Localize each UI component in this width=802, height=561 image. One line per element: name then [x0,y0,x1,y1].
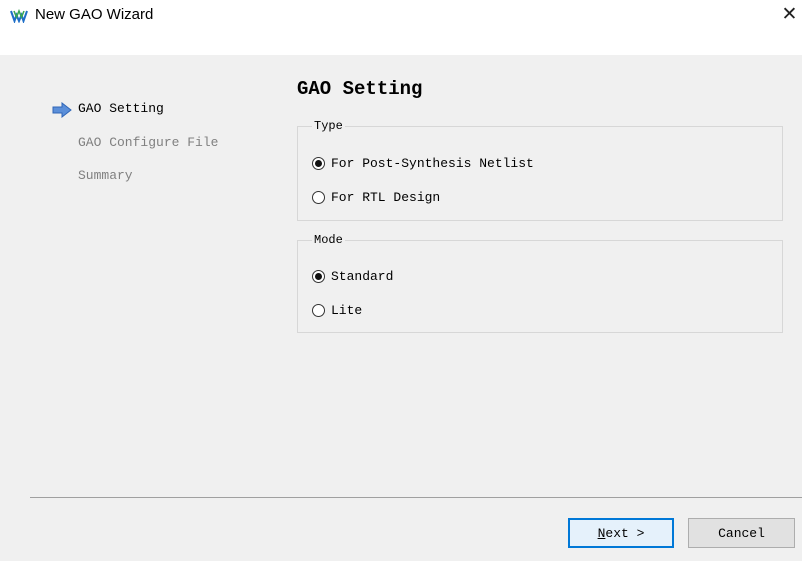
cancel-button[interactable]: Cancel [688,518,795,548]
gowin-logo-icon [10,9,28,23]
step-gao-setting: GAO Setting [78,101,164,116]
type-group: Type For Post-Synthesis Netlist For RTL … [297,119,783,221]
radio-label: Lite [331,302,363,318]
arrow-right-icon [52,102,72,118]
radio-rtl-design[interactable]: For RTL Design [312,187,440,207]
mode-group: Mode Standard Lite [297,233,783,333]
page-title: GAO Setting [297,78,423,100]
radio-label: For RTL Design [331,189,441,205]
radio-button-selected-icon[interactable] [312,156,325,170]
next-button[interactable]: Next > [568,518,674,548]
radio-lite[interactable]: Lite [312,300,362,320]
title-bar: New GAO Wizard ✕ [0,0,802,32]
close-icon[interactable]: ✕ [777,3,802,27]
mode-group-legend: Mode [312,233,345,247]
radio-button-icon[interactable] [312,190,325,204]
step-gao-configure-file: GAO Configure File [78,135,219,150]
radio-button-selected-icon[interactable] [312,269,325,283]
next-label: ext > [605,525,645,541]
footer-divider [30,497,802,498]
type-group-legend: Type [312,119,345,133]
radio-label: Standard [331,268,394,284]
radio-standard[interactable]: Standard [312,266,393,286]
radio-button-icon[interactable] [312,303,325,317]
step-summary: Summary [78,168,133,183]
window-title: New GAO Wizard [35,6,154,23]
radio-post-synthesis-netlist[interactable]: For Post-Synthesis Netlist [312,153,534,173]
radio-label: For Post-Synthesis Netlist [331,155,534,171]
wizard-body: GAO Setting GAO Configure File Summary G… [0,55,802,561]
next-mnemonic: N [597,525,606,541]
